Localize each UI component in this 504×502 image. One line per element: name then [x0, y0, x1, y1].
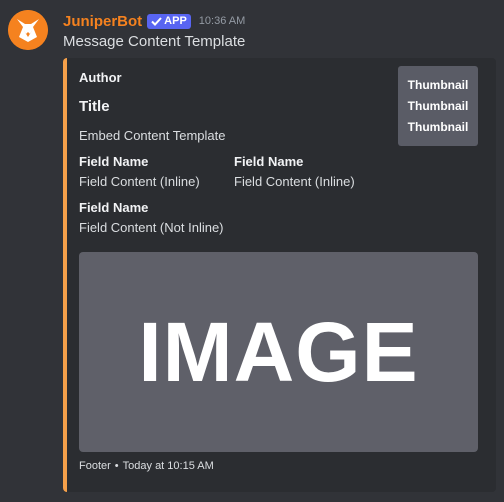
embed-author: Author [79, 70, 122, 85]
embed-image-text: IMAGE [138, 304, 419, 399]
fox-logo-icon [8, 10, 48, 50]
footer-separator: • [114, 460, 119, 472]
checkmark-icon [151, 16, 162, 26]
embed-description: Embed Content Template [79, 128, 226, 143]
avatar[interactable] [8, 10, 48, 50]
thumbnail-text-1: Thumbnail [407, 77, 469, 92]
embed-image[interactable]: IMAGE [79, 252, 478, 452]
field-value-1: Field Content (Inline) [79, 174, 200, 189]
thumbnail-text-3: Thumbnail [407, 119, 469, 134]
footer-text: Footer [79, 460, 111, 472]
embed-footer: Footer • Today at 10:15 AM [79, 460, 214, 472]
field-value-2: Field Content (Inline) [234, 174, 355, 189]
embed: Author Title Embed Content Template Fiel… [63, 58, 496, 492]
app-badge-label: APP [164, 15, 187, 27]
app-badge: APP [147, 13, 191, 29]
message-content: Message Content Template [63, 33, 246, 50]
field-name-3: Field Name [79, 200, 149, 215]
footer-timestamp: Today at 10:15 AM [122, 460, 214, 472]
field-name-1: Field Name [79, 154, 149, 169]
message-timestamp[interactable]: 10:36 AM [199, 15, 245, 27]
message-header: JuniperBot APP 10:36 AM [63, 11, 245, 31]
embed-thumbnail[interactable]: Thumbnail Thumbnail Thumbnail [398, 66, 478, 146]
embed-title: Title [79, 98, 110, 115]
username[interactable]: JuniperBot [63, 13, 142, 30]
thumbnail-text-2: Thumbnail [407, 98, 469, 113]
field-value-3: Field Content (Not Inline) [79, 220, 224, 235]
embed-accent-bar [63, 58, 67, 492]
field-name-2: Field Name [234, 154, 304, 169]
